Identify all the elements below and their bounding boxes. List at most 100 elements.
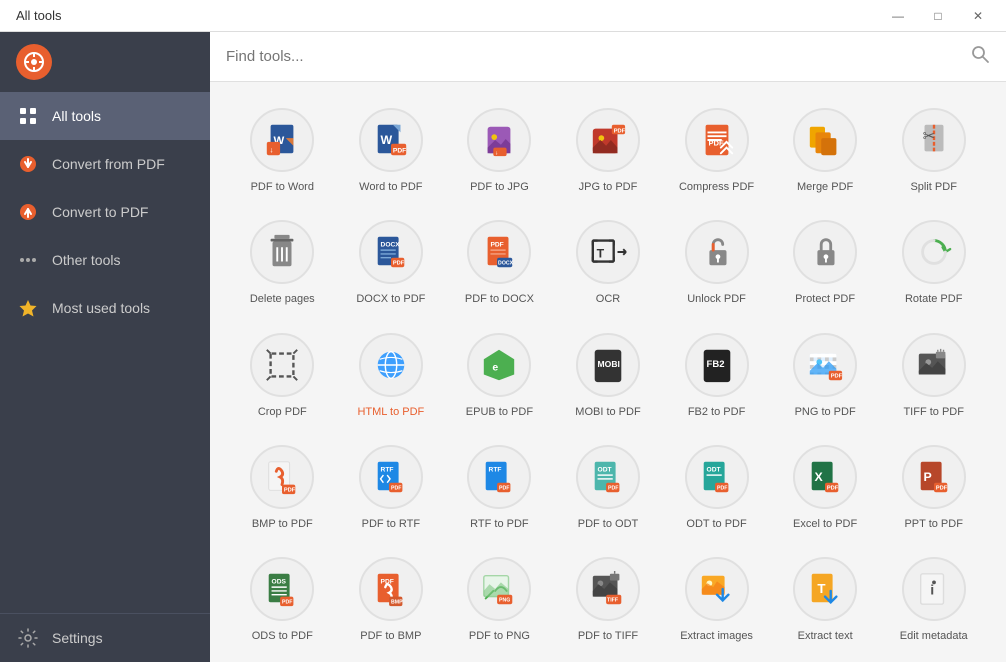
- window-controls: — □ ✕: [878, 0, 998, 32]
- svg-text:MOBI: MOBI: [598, 358, 620, 368]
- tool-extract-images[interactable]: Extract images: [664, 547, 769, 651]
- tool-label-jpg-to-pdf: JPG to PDF: [579, 180, 638, 194]
- minimize-button[interactable]: —: [878, 0, 918, 32]
- tool-icon-docx-to-pdf: DOCX PDF: [359, 220, 423, 284]
- search-bar: [210, 32, 1006, 82]
- tool-delete-pages[interactable]: Delete pages: [230, 210, 335, 314]
- sidebar-item-other-tools[interactable]: Other tools: [0, 236, 210, 284]
- app-body: All tools Convert from PDF: [0, 32, 1006, 662]
- tool-pdf-to-docx[interactable]: PDF DOCX PDF to DOCX: [447, 210, 552, 314]
- tool-html-to-pdf[interactable]: HTML to PDF: [339, 323, 444, 427]
- sidebar-logo: [0, 32, 210, 92]
- tool-label-rotate-pdf: Rotate PDF: [905, 292, 962, 306]
- tool-label-compress-pdf: Compress PDF: [679, 180, 754, 194]
- tool-compress-pdf[interactable]: PDF Compress PDF: [664, 98, 769, 202]
- sidebar-item-convert-to-pdf-label: Convert to PDF: [52, 204, 148, 220]
- tool-pdf-to-word[interactable]: W ↓ PDF to Word: [230, 98, 335, 202]
- app-logo: [16, 44, 52, 80]
- main-content: W ↓ PDF to Word W PDF: [210, 32, 1006, 662]
- tool-label-ppt-to-pdf: PPT to PDF: [904, 517, 962, 531]
- sidebar-item-convert-from-pdf[interactable]: Convert from PDF: [0, 140, 210, 188]
- svg-text:PDF: PDF: [282, 599, 292, 605]
- svg-text:PDF: PDF: [391, 485, 401, 491]
- close-button[interactable]: ✕: [958, 0, 998, 32]
- svg-text:✂: ✂: [922, 128, 935, 145]
- tool-pdf-to-rtf[interactable]: RTF PDF PDF to RTF: [339, 435, 444, 539]
- tool-pdf-to-png[interactable]: PNG PDF to PNG: [447, 547, 552, 651]
- tool-bmp-to-pdf[interactable]: PDF BMP to PDF: [230, 435, 335, 539]
- tool-odt-to-pdf[interactable]: ODT PDF ODT to PDF: [664, 435, 769, 539]
- tool-pdf-to-odt[interactable]: ODT PDF PDF to ODT: [556, 435, 661, 539]
- svg-text:RTF: RTF: [489, 466, 502, 473]
- tool-label-edit-metadata: Edit metadata: [900, 629, 968, 643]
- tool-label-pdf-to-png: PDF to PNG: [469, 629, 530, 643]
- tool-icon-excel-to-pdf: X PDF: [793, 445, 857, 509]
- sidebar: All tools Convert from PDF: [0, 32, 210, 662]
- svg-text:BMP: BMP: [391, 599, 403, 605]
- svg-text:ODT: ODT: [706, 466, 720, 473]
- tool-jpg-to-pdf[interactable]: PDF JPG to PDF: [556, 98, 661, 202]
- tool-protect-pdf[interactable]: Protect PDF: [773, 210, 878, 314]
- sidebar-item-most-used[interactable]: Most used tools: [0, 284, 210, 332]
- tool-label-fb2-to-pdf: FB2 to PDF: [688, 405, 745, 419]
- tool-icon-html-to-pdf: [359, 333, 423, 397]
- tool-icon-pdf-to-odt: ODT PDF: [576, 445, 640, 509]
- tool-mobi-to-pdf[interactable]: MOBI MOBI to PDF: [556, 323, 661, 427]
- svg-text:T: T: [818, 581, 826, 596]
- tool-icon-jpg-to-pdf: PDF: [576, 108, 640, 172]
- maximize-button[interactable]: □: [918, 0, 958, 32]
- tool-ppt-to-pdf[interactable]: P PDF PPT to PDF: [881, 435, 986, 539]
- tool-label-pdf-to-jpg: PDF to JPG: [470, 180, 529, 194]
- settings-icon: [16, 626, 40, 650]
- svg-text:PDF: PDF: [393, 147, 406, 154]
- tool-rotate-pdf[interactable]: Rotate PDF: [881, 210, 986, 314]
- settings-label: Settings: [52, 630, 103, 646]
- tool-unlock-pdf[interactable]: Unlock PDF: [664, 210, 769, 314]
- tool-icon-pdf-to-png: PNG: [467, 557, 531, 621]
- sidebar-item-all-tools[interactable]: All tools: [0, 92, 210, 140]
- tool-icon-pdf-to-bmp: PDF BMP: [359, 557, 423, 621]
- tool-split-pdf[interactable]: ✂ Split PDF: [881, 98, 986, 202]
- tool-icon-png-to-pdf: PDF: [793, 333, 857, 397]
- search-icon[interactable]: [970, 44, 990, 69]
- tool-ods-to-pdf[interactable]: ODS PDF ODS to PDF: [230, 547, 335, 651]
- tool-icon-pdf-to-rtf: RTF PDF: [359, 445, 423, 509]
- sidebar-item-convert-from-pdf-label: Convert from PDF: [52, 156, 165, 172]
- tool-icon-delete-pages: [250, 220, 314, 284]
- tool-excel-to-pdf[interactable]: X PDF Excel to PDF: [773, 435, 878, 539]
- svg-text:↓: ↓: [496, 150, 499, 156]
- tool-pdf-to-jpg[interactable]: ↓ PDF to JPG: [447, 98, 552, 202]
- tool-label-pdf-to-rtf: PDF to RTF: [362, 517, 420, 531]
- tool-icon-ods-to-pdf: ODS PDF: [250, 557, 314, 621]
- tool-icon-unlock-pdf: [685, 220, 749, 284]
- tool-icon-protect-pdf: [793, 220, 857, 284]
- tool-word-to-pdf[interactable]: W PDF Word to PDF: [339, 98, 444, 202]
- svg-text:PDF: PDF: [614, 128, 626, 134]
- tool-pdf-to-bmp[interactable]: PDF BMP PDF to BMP: [339, 547, 444, 651]
- tool-edit-metadata[interactable]: i Edit metadata: [881, 547, 986, 651]
- tool-rtf-to-pdf[interactable]: RTF PDF RTF to PDF: [447, 435, 552, 539]
- tool-icon-extract-images: [685, 557, 749, 621]
- arrow-down-icon: [16, 152, 40, 176]
- tool-icon-ppt-to-pdf: P PDF: [902, 445, 966, 509]
- sidebar-item-convert-to-pdf[interactable]: Convert to PDF: [0, 188, 210, 236]
- tool-tiff-to-pdf[interactable]: TIFF to PDF: [881, 323, 986, 427]
- tool-icon-mobi-to-pdf: MOBI: [576, 333, 640, 397]
- tool-pdf-to-tiff[interactable]: TIFF PDF to TIFF: [556, 547, 661, 651]
- tool-crop-pdf[interactable]: Crop PDF: [230, 323, 335, 427]
- tool-merge-pdf[interactable]: Merge PDF: [773, 98, 878, 202]
- tool-fb2-to-pdf[interactable]: FB2 FB2 to PDF: [664, 323, 769, 427]
- svg-text:X: X: [815, 470, 824, 484]
- tool-extract-text[interactable]: T Extract text: [773, 547, 878, 651]
- tool-icon-tiff-to-pdf: [902, 333, 966, 397]
- search-input[interactable]: [226, 48, 962, 65]
- tool-epub-to-pdf[interactable]: e EPUB to PDF: [447, 323, 552, 427]
- settings-item[interactable]: Settings: [0, 613, 210, 662]
- tool-ocr[interactable]: T OCR: [556, 210, 661, 314]
- tool-png-to-pdf[interactable]: PDF PNG to PDF: [773, 323, 878, 427]
- tool-docx-to-pdf[interactable]: DOCX PDF DOCX to PDF: [339, 210, 444, 314]
- tool-label-delete-pages: Delete pages: [250, 292, 315, 306]
- tool-label-merge-pdf: Merge PDF: [797, 180, 853, 194]
- tool-label-ocr: OCR: [596, 292, 620, 306]
- tool-icon-merge-pdf: [793, 108, 857, 172]
